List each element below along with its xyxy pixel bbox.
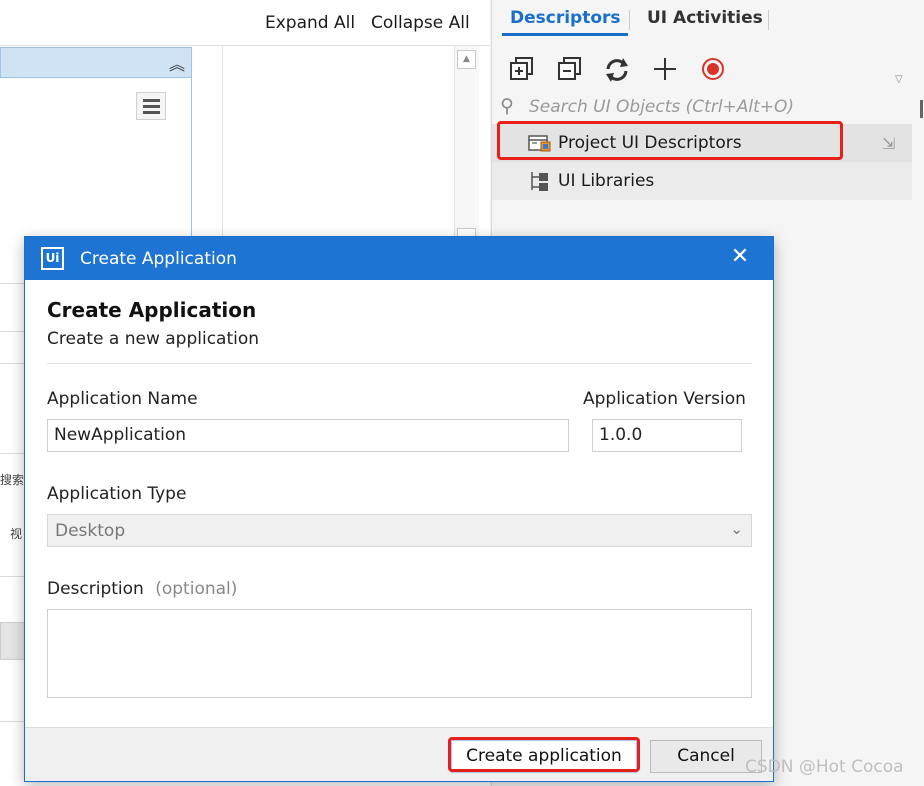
description-label: Description <box>47 579 144 599</box>
description-textarea[interactable] <box>47 609 752 698</box>
dialog-footer: Create application Cancel <box>25 727 773 781</box>
refresh-icon[interactable] <box>603 56 631 84</box>
application-version-label: Application Version <box>583 389 746 409</box>
annotation-highlight-box <box>448 737 640 772</box>
outline-toolbar: Expand All Collapse All <box>0 0 490 46</box>
expand-all-icon[interactable] <box>508 56 536 84</box>
close-icon[interactable]: ✕ <box>730 245 750 269</box>
uipath-logo-icon: Ui <box>41 247 64 270</box>
annotation-highlight-box <box>497 121 843 160</box>
dialog-window-title: Create Application <box>80 249 237 269</box>
collapse-up-icon[interactable]: ︽ <box>169 51 185 75</box>
overflow-chevron-icon[interactable]: ▽ <box>895 74 903 85</box>
tree-item-label: UI Libraries <box>558 171 655 191</box>
dialog-subtitle: Create a new application <box>47 329 260 349</box>
tab-divider <box>629 10 630 30</box>
left-fragment-text: 视 <box>10 527 23 541</box>
search-icon: ⚲ <box>500 95 514 117</box>
description-label-group: Description (optional) <box>47 579 237 599</box>
left-strip <box>0 668 26 722</box>
left-strip <box>0 286 26 332</box>
panel-header: ︽ <box>0 47 192 78</box>
tab-ui-activities[interactable]: UI Activities <box>647 8 763 28</box>
left-strip <box>0 334 26 364</box>
dialog-titlebar[interactable]: Ui Create Application ✕ <box>25 237 773 280</box>
expand-all-link[interactable]: Expand All <box>265 13 355 33</box>
collapse-all-icon[interactable] <box>556 56 584 84</box>
record-icon[interactable] <box>699 56 727 84</box>
tree-item-ui-libraries[interactable]: UI Libraries <box>492 162 912 200</box>
application-name-input[interactable]: NewApplication <box>47 419 569 452</box>
application-type-value: Desktop <box>55 521 126 541</box>
optional-hint: (optional) <box>155 579 238 599</box>
tab-divider <box>768 10 769 30</box>
left-fragment-text: 搜索 <box>0 473 25 487</box>
middle-pane <box>222 46 454 246</box>
dialog-divider <box>47 363 752 364</box>
collapse-all-link[interactable]: Collapse All <box>371 13 470 33</box>
application-version-input[interactable]: 1.0.0 <box>592 419 742 452</box>
application-name-label: Application Name <box>47 389 198 409</box>
dock-arrow-icon[interactable]: ⇲ <box>882 134 895 153</box>
left-grey-button[interactable] <box>0 622 26 660</box>
chevron-down-icon: ⌄ <box>730 520 743 538</box>
add-icon[interactable] <box>651 56 679 84</box>
search-input[interactable]: Search UI Objects (Ctrl+Alt+O) <box>529 97 794 117</box>
hamburger-menu-icon[interactable] <box>136 92 166 120</box>
left-strip <box>0 545 26 577</box>
create-application-dialog: Ui Create Application ✕ Create Applicati… <box>24 236 774 782</box>
libraries-icon <box>528 170 552 198</box>
tab-descriptors[interactable]: Descriptors <box>510 8 621 28</box>
scrollbar-track[interactable] <box>454 46 479 246</box>
dialog-heading: Create Application <box>47 298 257 322</box>
left-strip <box>0 250 26 284</box>
watermark-text: CSDN @Hot Cocoa <box>745 757 904 777</box>
edge-marker <box>920 100 923 118</box>
left-strip <box>0 420 26 454</box>
active-tab-underline <box>502 33 628 36</box>
application-type-select[interactable]: Desktop ⌄ <box>47 514 752 547</box>
application-type-label: Application Type <box>47 484 187 504</box>
scroll-up-button[interactable]: ▲ <box>457 50 476 69</box>
search-row[interactable]: ⚲ Search UI Objects (Ctrl+Alt+O) <box>492 92 912 122</box>
